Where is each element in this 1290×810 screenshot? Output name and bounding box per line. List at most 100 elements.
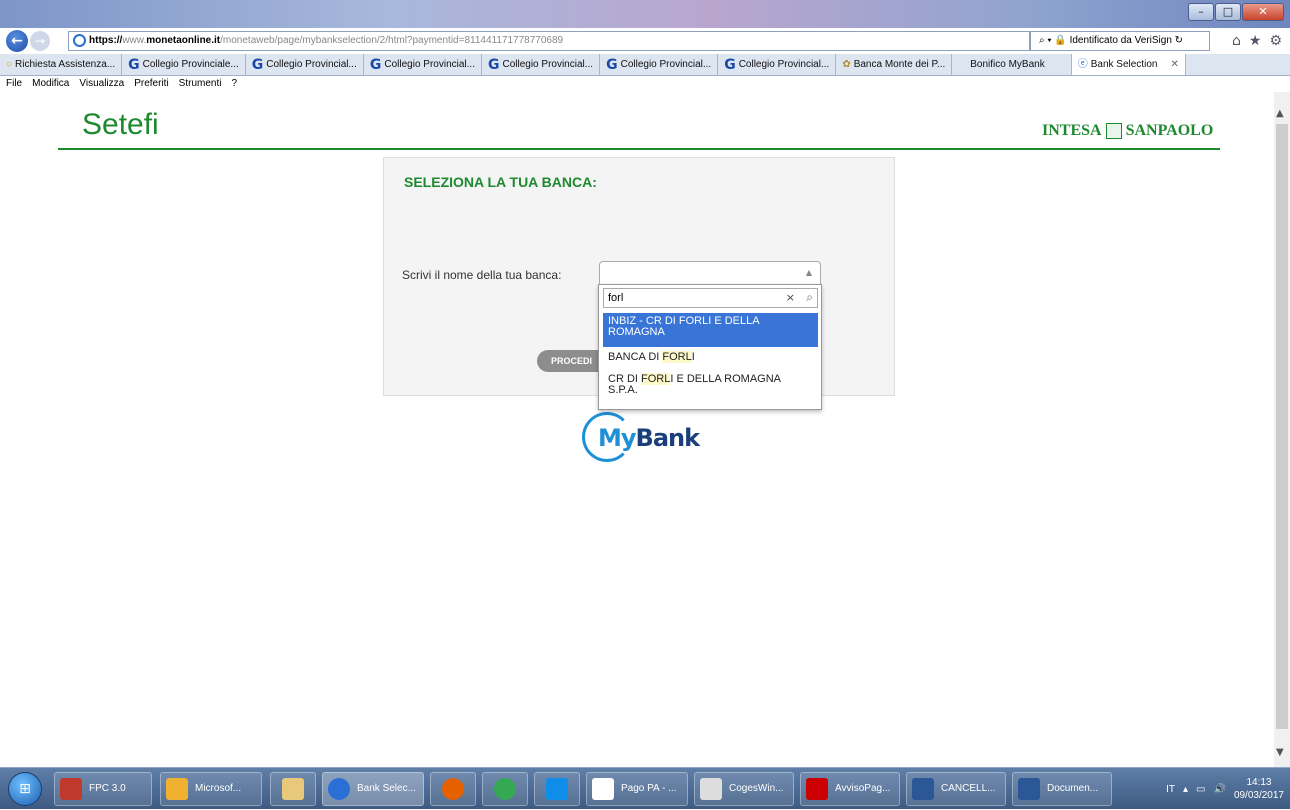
word-icon	[1018, 778, 1040, 800]
favorite-collegio-6[interactable]: G Collegio Provincial...	[718, 54, 837, 75]
taskbar-word-1[interactable]: CANCELL...	[906, 772, 1006, 806]
window-titlebar: – □ ✕	[0, 0, 1290, 28]
menu-file[interactable]: File	[6, 76, 22, 92]
refresh-icon[interactable]: ↻	[1175, 35, 1183, 46]
scrollbar-thumb[interactable]	[1276, 124, 1288, 729]
cogeswin-icon	[700, 778, 722, 800]
outlook-icon	[166, 778, 188, 800]
menu-visualizza[interactable]: Visualizza	[79, 76, 124, 92]
security-text: Identificato da VeriSign	[1069, 35, 1172, 46]
settings-gear-icon[interactable]: ⚙	[1269, 33, 1282, 49]
close-tab-icon[interactable]: ✕	[1170, 55, 1178, 75]
lock-icon: 🔒	[1054, 35, 1067, 46]
gift-icon	[60, 778, 82, 800]
tab-label: Bonifico MyBank	[970, 58, 1045, 70]
system-tray: IT ▴ ▭ 🔊 14:13 09/03/2017	[1166, 768, 1284, 810]
network-icon[interactable]: ▭	[1196, 784, 1205, 795]
favorite-collegio-5[interactable]: G Collegio Provincial...	[600, 54, 719, 75]
tab-label: Collegio Provincial...	[266, 58, 357, 70]
scroll-down-icon[interactable]: ▼	[1276, 747, 1284, 758]
taskbar-pdf[interactable]: AvvisoPag...	[800, 772, 900, 806]
intesa-emblem-icon	[1105, 123, 1122, 139]
scroll-up-icon[interactable]: ▲	[1276, 108, 1284, 119]
mybank-bank: Bank	[635, 424, 701, 452]
favorite-collegio-1[interactable]: G Collegio Provinciale...	[122, 54, 246, 75]
header-divider	[58, 148, 1220, 150]
start-button[interactable]: ⊞	[8, 772, 42, 806]
minimize-button[interactable]: –	[1188, 3, 1214, 21]
menu-modifica[interactable]: Modifica	[32, 76, 69, 92]
favorite-richiesta-assistenza[interactable]: ○ Richiesta Assistenza...	[0, 54, 123, 75]
option-text-match: FORL	[662, 351, 692, 363]
taskbar-label: Pago PA - ...	[621, 783, 677, 794]
bank-option[interactable]: BANCA DI FORLI	[603, 349, 818, 366]
taskbar-explorer[interactable]	[270, 772, 316, 806]
tab-label: Banca Monte dei P...	[853, 58, 946, 70]
favorite-collegio-4[interactable]: G Collegio Provincial...	[482, 54, 601, 75]
bank-dropdown: × ⌕ INBIZ - CR DI FORLI E DELLA ROMAGNA …	[598, 284, 822, 410]
taskbar-label: Bank Selec...	[357, 783, 416, 794]
teamviewer-icon	[546, 778, 568, 800]
tab-bonifico-mybank[interactable]: Bonifico MyBank	[952, 54, 1072, 75]
bank-option[interactable]: CR DI FORLI E DELLA ROMAGNA S.P.A.	[603, 371, 818, 399]
bank-search-row: × ⌕	[603, 288, 818, 308]
caret-up-icon: ▲	[805, 268, 812, 277]
taskbar-outlook[interactable]: Microsof...	[160, 772, 262, 806]
clear-search-icon[interactable]: ×	[786, 291, 795, 304]
taskbar-word-2[interactable]: Documen...	[1012, 772, 1112, 806]
tab-label: Collegio Provincial...	[384, 58, 475, 70]
google-icon: G	[128, 56, 140, 73]
vertical-scrollbar[interactable]: ▲ ▼	[1274, 92, 1290, 767]
taskbar-firefox[interactable]	[430, 772, 476, 806]
taskbar-ie[interactable]: Bank Selec...	[322, 772, 424, 806]
bank-option[interactable]: INBIZ - CR DI FORLI E DELLA ROMAGNA	[603, 313, 818, 347]
favorites-star-icon[interactable]: ★	[1249, 33, 1262, 49]
option-text-pre: BANCA DI	[608, 351, 663, 363]
taskbar: ⊞ FPC 3.0 Microsof... Bank Selec... Pago…	[0, 767, 1290, 809]
favorite-banca-monte[interactable]: ✿ Banca Monte dei P...	[836, 54, 953, 75]
pdf-icon	[806, 778, 828, 800]
google-icon: G	[606, 56, 618, 73]
forward-button[interactable]: →	[30, 31, 50, 51]
hash-icon	[592, 778, 614, 800]
favorite-collegio-2[interactable]: G Collegio Provincial...	[246, 54, 364, 75]
taskbar-chrome[interactable]	[482, 772, 528, 806]
folder-icon	[282, 778, 304, 800]
security-indicator[interactable]: ⌕ ▾ 🔒 Identificato da VeriSign ↻	[1030, 31, 1210, 51]
menu-help[interactable]: ?	[231, 76, 237, 92]
taskbar-label: Microsof...	[195, 783, 242, 794]
menu-strumenti[interactable]: Strumenti	[179, 76, 222, 92]
search-dropdown-icon[interactable]: ⌕ ▾	[1039, 35, 1054, 46]
chrome-icon	[494, 778, 516, 800]
tab-label: Richiesta Assistenza...	[15, 58, 116, 70]
language-indicator[interactable]: IT	[1166, 784, 1175, 795]
clock[interactable]: 14:13 09/03/2017	[1234, 776, 1284, 802]
maximize-button[interactable]: □	[1215, 3, 1241, 21]
favorite-collegio-3[interactable]: G Collegio Provincial...	[364, 54, 482, 75]
google-icon: G	[487, 56, 500, 73]
menu-preferiti[interactable]: Preferiti	[134, 76, 168, 92]
clock-date: 09/03/2017	[1233, 790, 1284, 801]
firefox-icon	[442, 778, 464, 800]
tray-expand-icon[interactable]: ▴	[1183, 784, 1188, 795]
volume-icon[interactable]: 🔊	[1213, 784, 1225, 795]
home-icon[interactable]: ⌂	[1232, 33, 1241, 49]
menu-bar: File Modifica Visualizza Preferiti Strum…	[0, 76, 1290, 92]
taskbar-pagopa[interactable]: Pago PA - ...	[586, 772, 688, 806]
bank-search-input[interactable]	[608, 290, 778, 306]
mybank-my: My	[598, 424, 637, 452]
taskbar-fpc[interactable]: FPC 3.0	[54, 772, 152, 806]
taskbar-cogeswin[interactable]: CogesWin...	[694, 772, 794, 806]
taskbar-teamviewer[interactable]	[534, 772, 580, 806]
taskbar-label: AvvisoPag...	[835, 783, 891, 794]
tab-bank-selection[interactable]: ⓔ Bank Selection ✕	[1071, 54, 1186, 75]
word-icon	[912, 778, 934, 800]
close-window-button[interactable]: ✕	[1242, 3, 1284, 21]
taskbar-label: Documen...	[1047, 783, 1099, 794]
page-content: Setefi INTESA SANPAOLO SELEZIONA LA TUA …	[0, 92, 1274, 767]
favorites-bar: ○ Richiesta Assistenza... G Collegio Provi…	[0, 54, 1290, 76]
clock-time: 14:13	[1246, 777, 1272, 788]
tab-label: Collegio Provincial...	[620, 58, 712, 70]
back-button[interactable]: ←	[6, 30, 28, 52]
address-bar[interactable]: https://www.monetaonline.it/monetaweb/pa…	[68, 31, 1030, 51]
